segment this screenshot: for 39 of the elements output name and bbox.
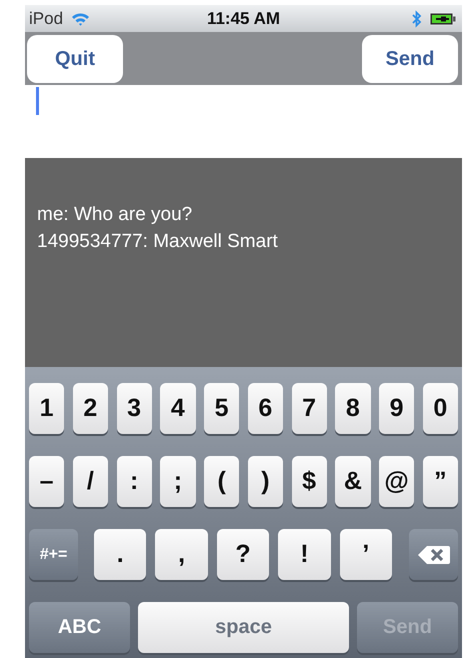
carrier-name: iPod — [29, 8, 64, 28]
key[interactable]: 5 — [204, 383, 240, 434]
chat-message: 1499534777: Maxwell Smart — [37, 230, 279, 254]
key[interactable]: . — [94, 529, 146, 580]
key[interactable]: 1 — [29, 383, 64, 434]
battery-icon — [430, 12, 456, 24]
key[interactable]: , — [155, 529, 208, 580]
key[interactable]: 6 — [248, 383, 283, 434]
wifi-icon — [71, 12, 90, 26]
quit-button[interactable]: Quit — [27, 35, 123, 83]
mode-key[interactable]: ABC — [29, 602, 130, 653]
key[interactable]: ’ — [340, 529, 392, 580]
key[interactable]: 9 — [379, 383, 414, 434]
key[interactable]: – — [29, 456, 64, 507]
mode-key[interactable]: #+= — [29, 529, 78, 580]
space-key[interactable]: space — [138, 602, 349, 653]
key[interactable]: 0 — [422, 383, 458, 434]
delete-key[interactable] — [409, 529, 458, 580]
key[interactable]: ” — [422, 456, 458, 507]
key[interactable]: $ — [292, 456, 327, 507]
backspace-icon — [416, 544, 451, 564]
key[interactable]: 2 — [72, 383, 108, 434]
key[interactable]: @ — [379, 456, 414, 507]
key[interactable]: ! — [278, 529, 331, 580]
key[interactable]: 4 — [160, 383, 196, 434]
chat-message: me: Who are you? — [37, 203, 194, 227]
key[interactable]: / — [72, 456, 108, 507]
bluetooth-icon — [412, 10, 422, 28]
status-time: 11:45 AM — [206, 8, 280, 28]
key[interactable]: ) — [248, 456, 283, 507]
key[interactable]: ; — [160, 456, 196, 507]
key[interactable]: : — [116, 456, 152, 507]
key[interactable]: 3 — [116, 383, 152, 434]
key[interactable]: 7 — [292, 383, 327, 434]
key[interactable]: 8 — [335, 383, 370, 434]
key[interactable]: ( — [204, 456, 240, 507]
key[interactable]: & — [335, 456, 370, 507]
send-button[interactable]: Send — [362, 35, 458, 83]
key[interactable]: ? — [216, 529, 270, 580]
